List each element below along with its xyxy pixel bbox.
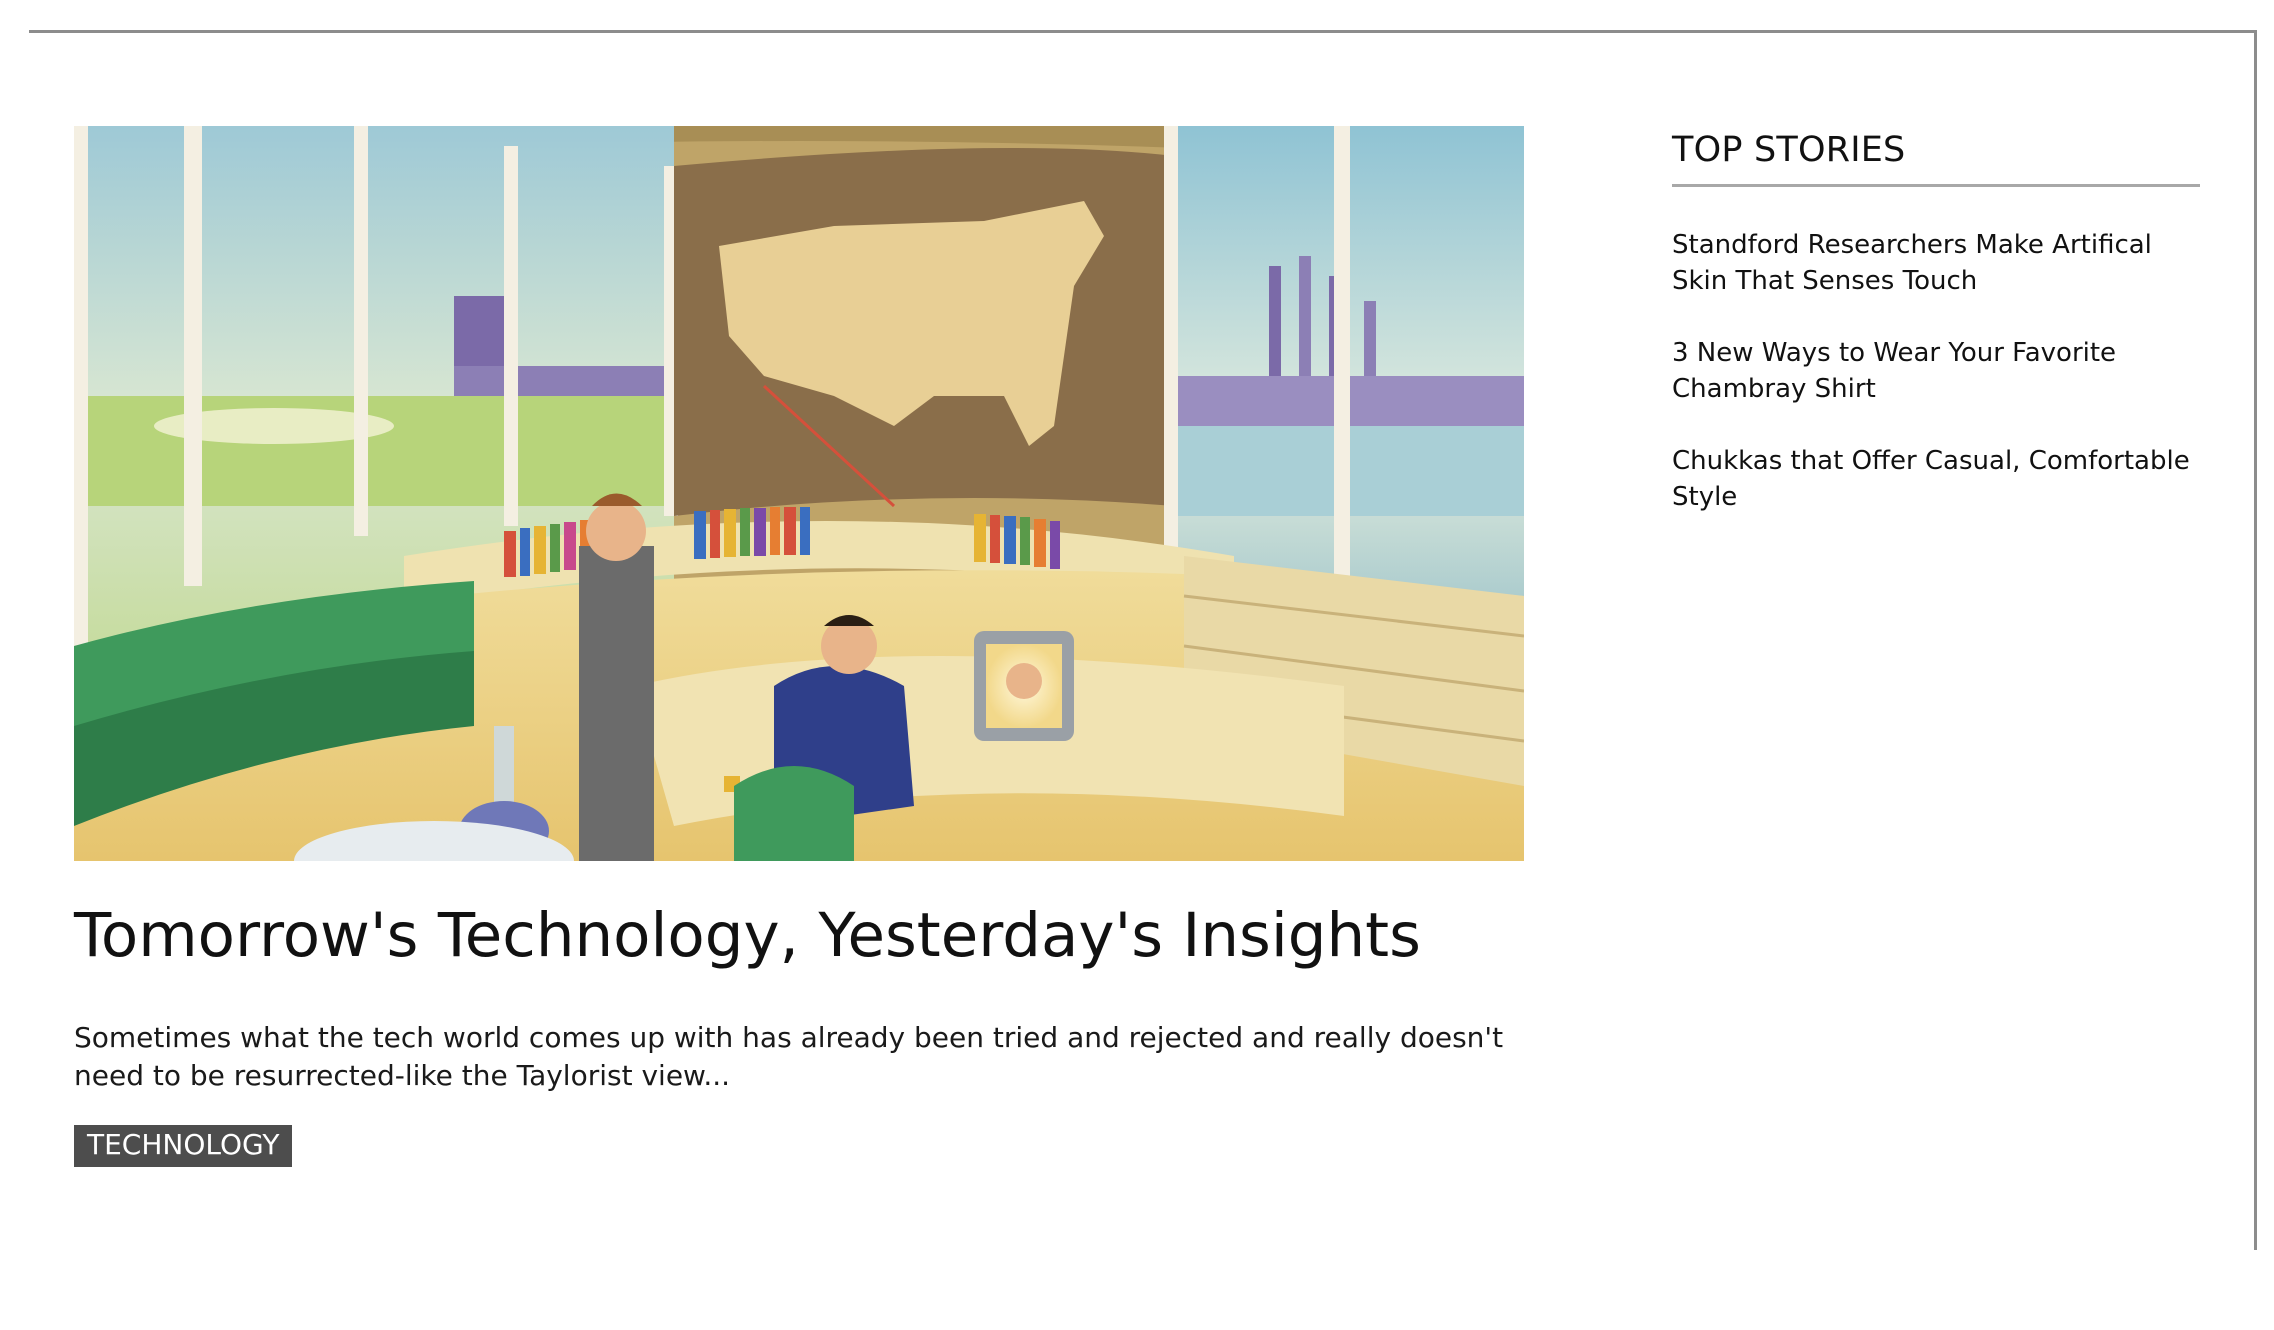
top-stories-sidebar: TOP STORIES Standford Researchers Make A… [1672,130,2200,515]
hero-illustration [74,126,1524,861]
featured-article: Tomorrow's Technology, Yesterday's Insig… [74,126,1524,1168]
category-tag[interactable]: TECHNOLOGY [74,1125,293,1168]
top-stories-list: Standford Researchers Make Artifical Ski… [1672,227,2200,515]
article-hero-image[interactable] [74,126,1524,861]
story-link[interactable]: Chukkas that Offer Casual, Comfortable S… [1672,443,2200,515]
article-excerpt: Sometimes what the tech world comes up w… [74,1021,1504,1093]
story-link[interactable]: 3 New Ways to Wear Your Favorite Chambra… [1672,335,2200,407]
article-headline[interactable]: Tomorrow's Technology, Yesterday's Insig… [74,900,1524,971]
story-link[interactable]: Standford Researchers Make Artifical Ski… [1672,227,2200,299]
sidebar-title: TOP STORIES [1672,130,2200,187]
